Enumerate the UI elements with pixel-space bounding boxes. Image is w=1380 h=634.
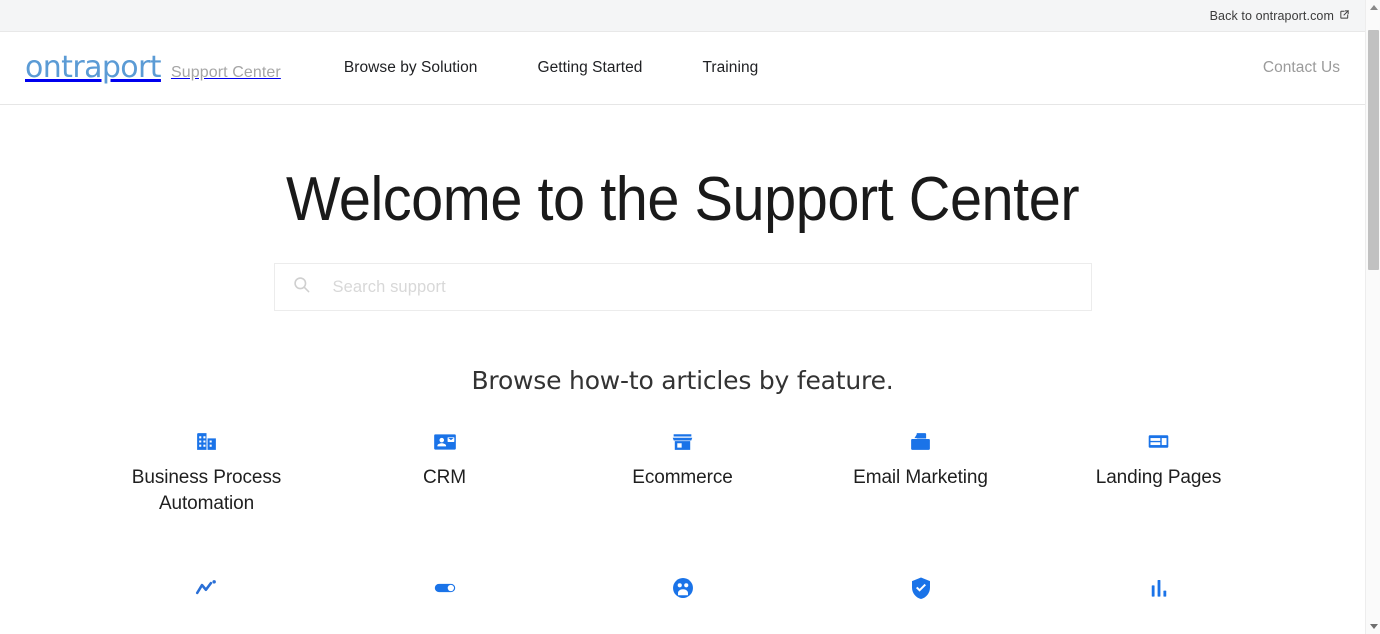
- back-to-ontraport-link[interactable]: Back to ontraport.com: [1210, 9, 1350, 23]
- back-to-ontraport-label: Back to ontraport.com: [1209, 8, 1334, 23]
- scroll-down-arrow-icon[interactable]: [1366, 619, 1380, 634]
- feature-analytics[interactable]: [88, 574, 326, 611]
- logo-subtitle: Support Center: [170, 64, 281, 81]
- feature-label: Business Process Automation: [131, 467, 282, 515]
- feature-crm[interactable]: CRM: [326, 428, 564, 517]
- page-layout-icon: [1146, 428, 1171, 455]
- site-header: ontraport Support Center Browse by Solut…: [0, 32, 1365, 105]
- scroll-up-arrow-icon[interactable]: [1366, 0, 1380, 15]
- utility-bar: Back to ontraport.com: [0, 0, 1365, 32]
- feature-label: Landing Pages: [1095, 467, 1222, 488]
- search-box[interactable]: [273, 263, 1092, 311]
- feature-landing-pages[interactable]: Landing Pages: [1040, 428, 1278, 517]
- primary-nav: Browse by Solution Getting Started Train…: [314, 59, 788, 77]
- contact-us-link[interactable]: Contact Us: [1263, 59, 1340, 77]
- office-building-icon: [194, 428, 219, 455]
- logo-link[interactable]: ontraport Support Center: [25, 53, 281, 83]
- feature-email-marketing[interactable]: Email Marketing: [802, 428, 1040, 517]
- search-icon: [292, 275, 311, 299]
- feature-people-group[interactable]: [564, 574, 802, 611]
- feature-label: CRM: [423, 467, 466, 488]
- contact-card-icon: [432, 428, 458, 455]
- nav-item-training[interactable]: Training: [672, 59, 788, 77]
- main-content: Welcome to the Support Center Browse how…: [0, 105, 1365, 634]
- mail-outbox-icon: [908, 428, 933, 455]
- nav-item-getting-started[interactable]: Getting Started: [507, 59, 672, 77]
- feature-grid: Business Process Automation CRM Ecommerc…: [88, 395, 1278, 611]
- feature-label: Email Marketing: [853, 467, 988, 488]
- vertical-scrollbar[interactable]: [1365, 0, 1380, 634]
- header-right: Contact Us: [1263, 59, 1340, 77]
- storefront-icon: [670, 428, 695, 455]
- feature-ecommerce[interactable]: Ecommerce: [564, 428, 802, 517]
- trending-line-chart-icon: [194, 574, 220, 601]
- feature-reporting[interactable]: [1040, 574, 1278, 611]
- feature-business-process-automation[interactable]: Business Process Automation: [88, 428, 326, 517]
- ontraport-logo: ontraport: [25, 50, 162, 85]
- support-center-page: Back to ontraport.com ontraport Support …: [0, 0, 1380, 634]
- bar-chart-icon: [1146, 574, 1172, 601]
- external-link-icon: [1339, 9, 1350, 23]
- search-row: [0, 263, 1365, 311]
- feature-toggle[interactable]: [326, 574, 564, 611]
- browse-section-title: Browse how-to articles by feature.: [471, 366, 894, 395]
- search-input[interactable]: [330, 276, 1074, 298]
- people-group-icon: [670, 574, 696, 601]
- scrollbar-thumb[interactable]: [1368, 30, 1379, 270]
- toggle-switch-icon: [432, 574, 458, 601]
- feature-security[interactable]: [802, 574, 1040, 611]
- page-title: Welcome to the Support Center: [285, 165, 1080, 234]
- nav-item-browse-by-solution[interactable]: Browse by Solution: [314, 59, 508, 77]
- feature-label: Ecommerce: [632, 467, 733, 488]
- shield-check-icon: [908, 574, 934, 601]
